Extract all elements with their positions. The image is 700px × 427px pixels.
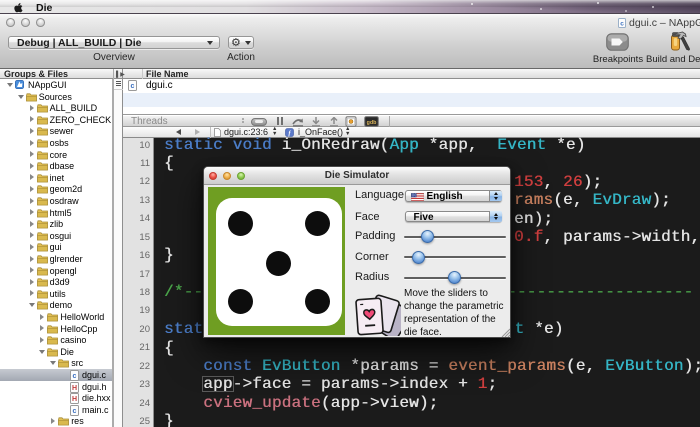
svg-text:gdb: gdb bbox=[367, 119, 378, 126]
svg-text:H: H bbox=[72, 385, 77, 392]
svg-text:c: c bbox=[620, 21, 624, 28]
svg-text:H: H bbox=[72, 397, 77, 404]
svg-text:c: c bbox=[131, 83, 135, 90]
svg-text:c: c bbox=[73, 408, 77, 415]
svg-text:c: c bbox=[73, 373, 77, 380]
